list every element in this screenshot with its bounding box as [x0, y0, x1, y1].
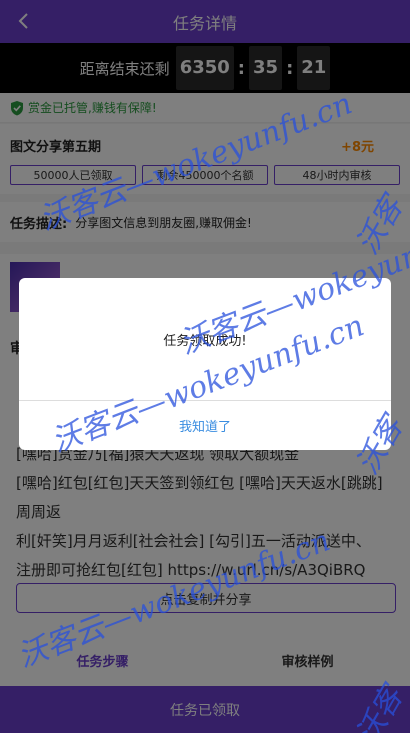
success-dialog: 任务领取成功! 我知道了 [19, 278, 391, 450]
dialog-message: 任务领取成功! [163, 333, 247, 349]
dialog-confirm-button[interactable]: 我知道了 [19, 400, 391, 450]
